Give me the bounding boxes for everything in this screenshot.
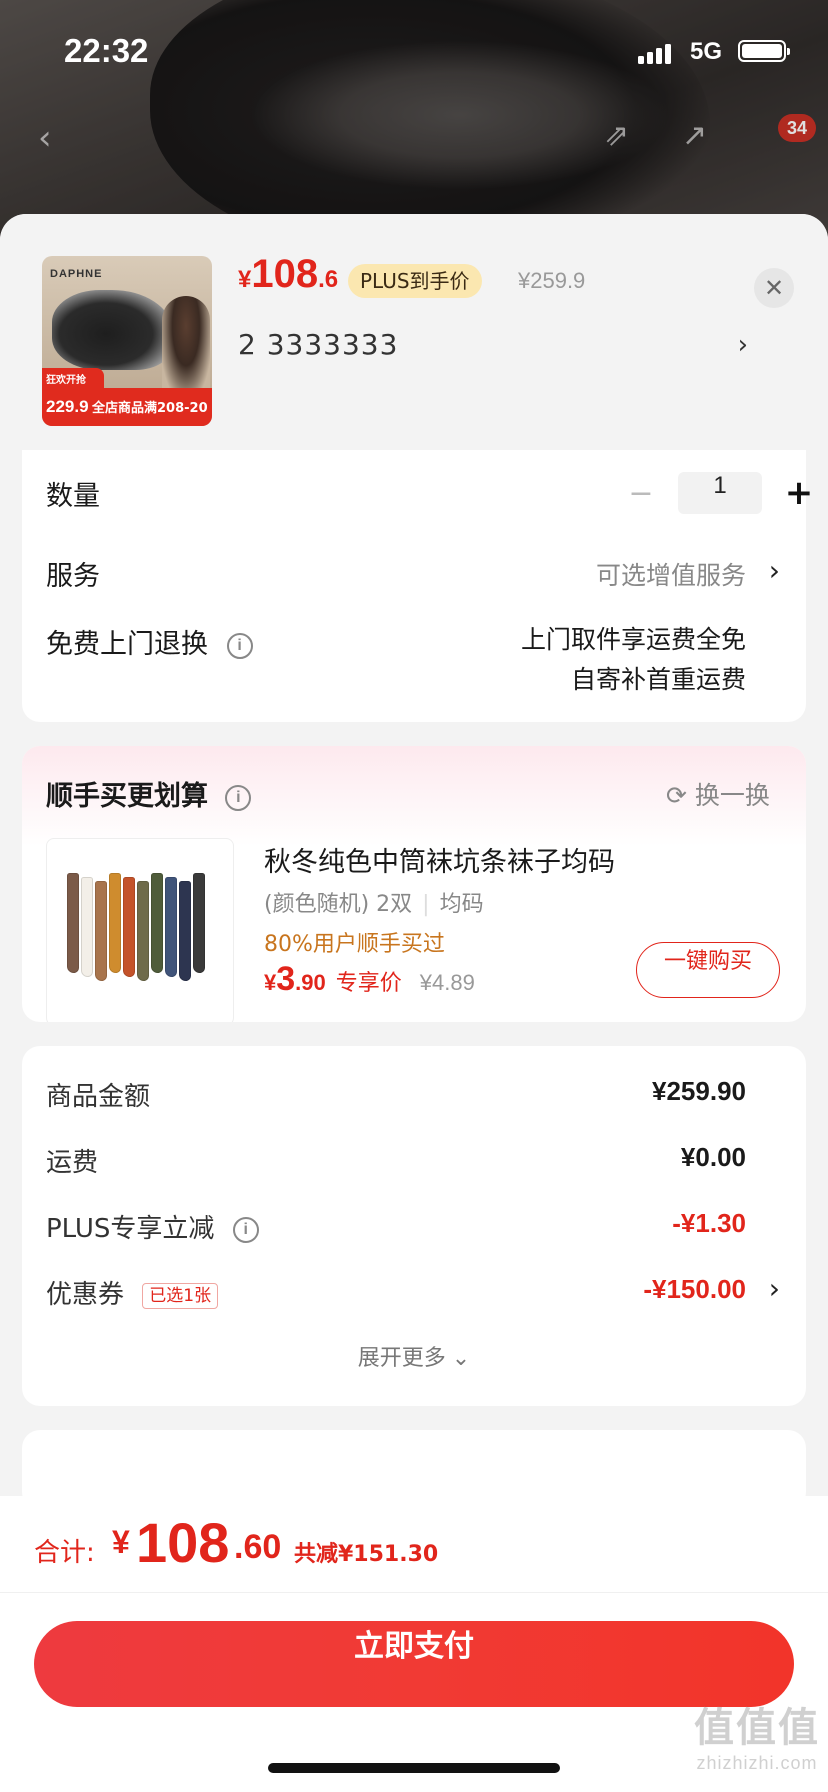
options-card: 数量 − 1 + 服务 可选增值服务 › 免费上门退换 i 上门取件享运费全免 … bbox=[22, 450, 813, 722]
return-line2: 自寄补首重运费 bbox=[570, 665, 746, 694]
service-label: 服务 bbox=[46, 561, 100, 592]
addon-price-tag: 专享价 bbox=[335, 971, 402, 996]
chevron-down-icon: ⌄ bbox=[451, 1346, 471, 1371]
original-price: ¥259.9 bbox=[518, 268, 586, 293]
home-indicator bbox=[268, 1763, 560, 1773]
total-currency: ¥ bbox=[112, 1524, 130, 1560]
sock-9 bbox=[179, 881, 191, 981]
pay-now-button[interactable]: 立即支付 bbox=[34, 1621, 794, 1707]
cart-count-badge: 34 bbox=[778, 114, 816, 142]
plus-price-badge: PLUS到手价 bbox=[348, 264, 482, 298]
refresh-icon: ⟳ bbox=[666, 781, 687, 810]
service-value[interactable]: 可选增值服务 bbox=[596, 556, 746, 592]
thumbnail-promo-top: 狂欢开抢 bbox=[42, 368, 104, 388]
total-saved: 共减¥151.30 bbox=[294, 1542, 439, 1567]
return-line1: 上门取件享运费全免 bbox=[520, 625, 746, 654]
price-summary-card: 商品金额 ¥259.90 运费 ¥0.00 PLUS专享立减 i -¥1.30 … bbox=[22, 1046, 806, 1406]
cellular-signal-icon bbox=[638, 44, 671, 64]
return-label: 免费上门退换 i bbox=[46, 622, 253, 661]
sock-5 bbox=[123, 877, 135, 977]
total-label: 合计: bbox=[34, 1538, 95, 1568]
info-icon[interactable]: i bbox=[226, 632, 253, 659]
product-thumbnail[interactable]: DAPHNE 狂欢开抢 229.9 全店商品满208-20 bbox=[42, 256, 212, 426]
thumbnail-promo-text: 全店商品满208-20 bbox=[92, 401, 208, 416]
shipping-label: 运费 bbox=[46, 1148, 99, 1178]
sock-2 bbox=[81, 877, 93, 977]
quantity-label: 数量 bbox=[46, 481, 100, 512]
expand-more-button[interactable]: 展开更多 ⌄ bbox=[22, 1340, 806, 1372]
chevron-right-icon: › bbox=[737, 330, 748, 360]
quantity-input[interactable]: 1 bbox=[678, 472, 762, 514]
sock-3 bbox=[95, 881, 107, 981]
addon-original-price: ¥4.89 bbox=[419, 970, 475, 995]
sheet-header: DAPHNE 狂欢开抢 229.9 全店商品满208-20 ¥ 108 .6 P… bbox=[0, 214, 828, 450]
total-bar: 合计: ¥ 108 .60 共减¥151.30 bbox=[0, 1496, 828, 1592]
sock-1 bbox=[67, 873, 79, 973]
addon-card: 顺手买更划算 i ⟳ 换一换 秋冬纯色中筒袜坑条袜子均码 (颜色随机) 2双 | 均… bbox=[22, 746, 806, 1022]
status-bar: 22:32 5G bbox=[0, 0, 828, 100]
battery-icon bbox=[738, 40, 790, 62]
one-click-buy-button[interactable]: 一键购买 bbox=[636, 942, 780, 998]
total-amount-dec: .60 bbox=[234, 1528, 282, 1566]
back-icon[interactable]: ‹ bbox=[38, 118, 52, 158]
footer: 立即支付 值值值 zhizhizhi.com bbox=[0, 1592, 828, 1792]
shoe-image bbox=[52, 290, 172, 370]
coupon-selected-badge: 已选1张 bbox=[142, 1282, 219, 1309]
coupon-label[interactable]: 优惠券 已选1张 bbox=[46, 1274, 219, 1311]
shipping-value: ¥0.00 bbox=[680, 1142, 746, 1172]
plus-discount-label: PLUS专享立减 i bbox=[46, 1208, 259, 1245]
info-icon[interactable]: i bbox=[232, 1216, 259, 1243]
coupon-value[interactable]: -¥150.00 bbox=[643, 1274, 746, 1305]
sock-8 bbox=[165, 877, 177, 977]
addon-price: ¥ 3 .90 专享价 ¥4.89 bbox=[264, 960, 475, 998]
addon-popularity: 80%用户顺手买过 bbox=[264, 932, 445, 957]
product-price: ¥ 108 .6 bbox=[238, 252, 339, 296]
quantity-stepper[interactable]: − 1 + bbox=[622, 472, 818, 514]
spec-selector[interactable]: 2 3333333 › bbox=[238, 320, 748, 370]
addon-item-spec: (颜色随机) 2双 | 均码 bbox=[264, 892, 484, 917]
chevron-right-icon[interactable]: › bbox=[769, 554, 780, 587]
more-icon[interactable]: ↗ bbox=[682, 118, 707, 153]
socks-image[interactable] bbox=[46, 838, 234, 1022]
spec-text: 2 3333333 bbox=[238, 328, 399, 361]
watermark: 值值值 zhizhizhi.com bbox=[694, 1705, 820, 1773]
model-image bbox=[162, 296, 210, 396]
share-icon[interactable]: ⇗ bbox=[604, 118, 629, 153]
quantity-increase-button[interactable]: + bbox=[780, 473, 818, 513]
goods-amount-value: ¥259.90 bbox=[652, 1076, 746, 1106]
goods-amount-label: 商品金额 bbox=[46, 1082, 151, 1112]
thumbnail-brand: DAPHNE bbox=[50, 268, 103, 280]
total-amount-int: 108 bbox=[136, 1511, 230, 1574]
sock-10 bbox=[193, 873, 205, 973]
thumbnail-promo-banner: 229.9 全店商品满208-20 bbox=[42, 388, 212, 426]
refresh-button[interactable]: ⟳ 换一换 bbox=[666, 776, 770, 812]
chevron-right-icon[interactable]: › bbox=[769, 1272, 780, 1305]
close-button[interactable]: ✕ bbox=[754, 268, 794, 308]
addon-title: 顺手买更划算 i bbox=[46, 774, 252, 813]
thumbnail-promo-price: 229.9 bbox=[46, 397, 89, 416]
plus-discount-value: -¥1.30 bbox=[672, 1208, 746, 1238]
sock-4 bbox=[109, 873, 121, 973]
sock-7 bbox=[151, 873, 163, 973]
quantity-decrease-button[interactable]: − bbox=[622, 476, 660, 511]
sock-6 bbox=[137, 881, 149, 981]
network-type: 5G bbox=[690, 38, 723, 65]
info-icon[interactable]: i bbox=[225, 784, 252, 811]
status-time: 22:32 bbox=[64, 32, 149, 69]
addon-item-name[interactable]: 秋冬纯色中筒袜坑条袜子均码 bbox=[264, 840, 615, 879]
